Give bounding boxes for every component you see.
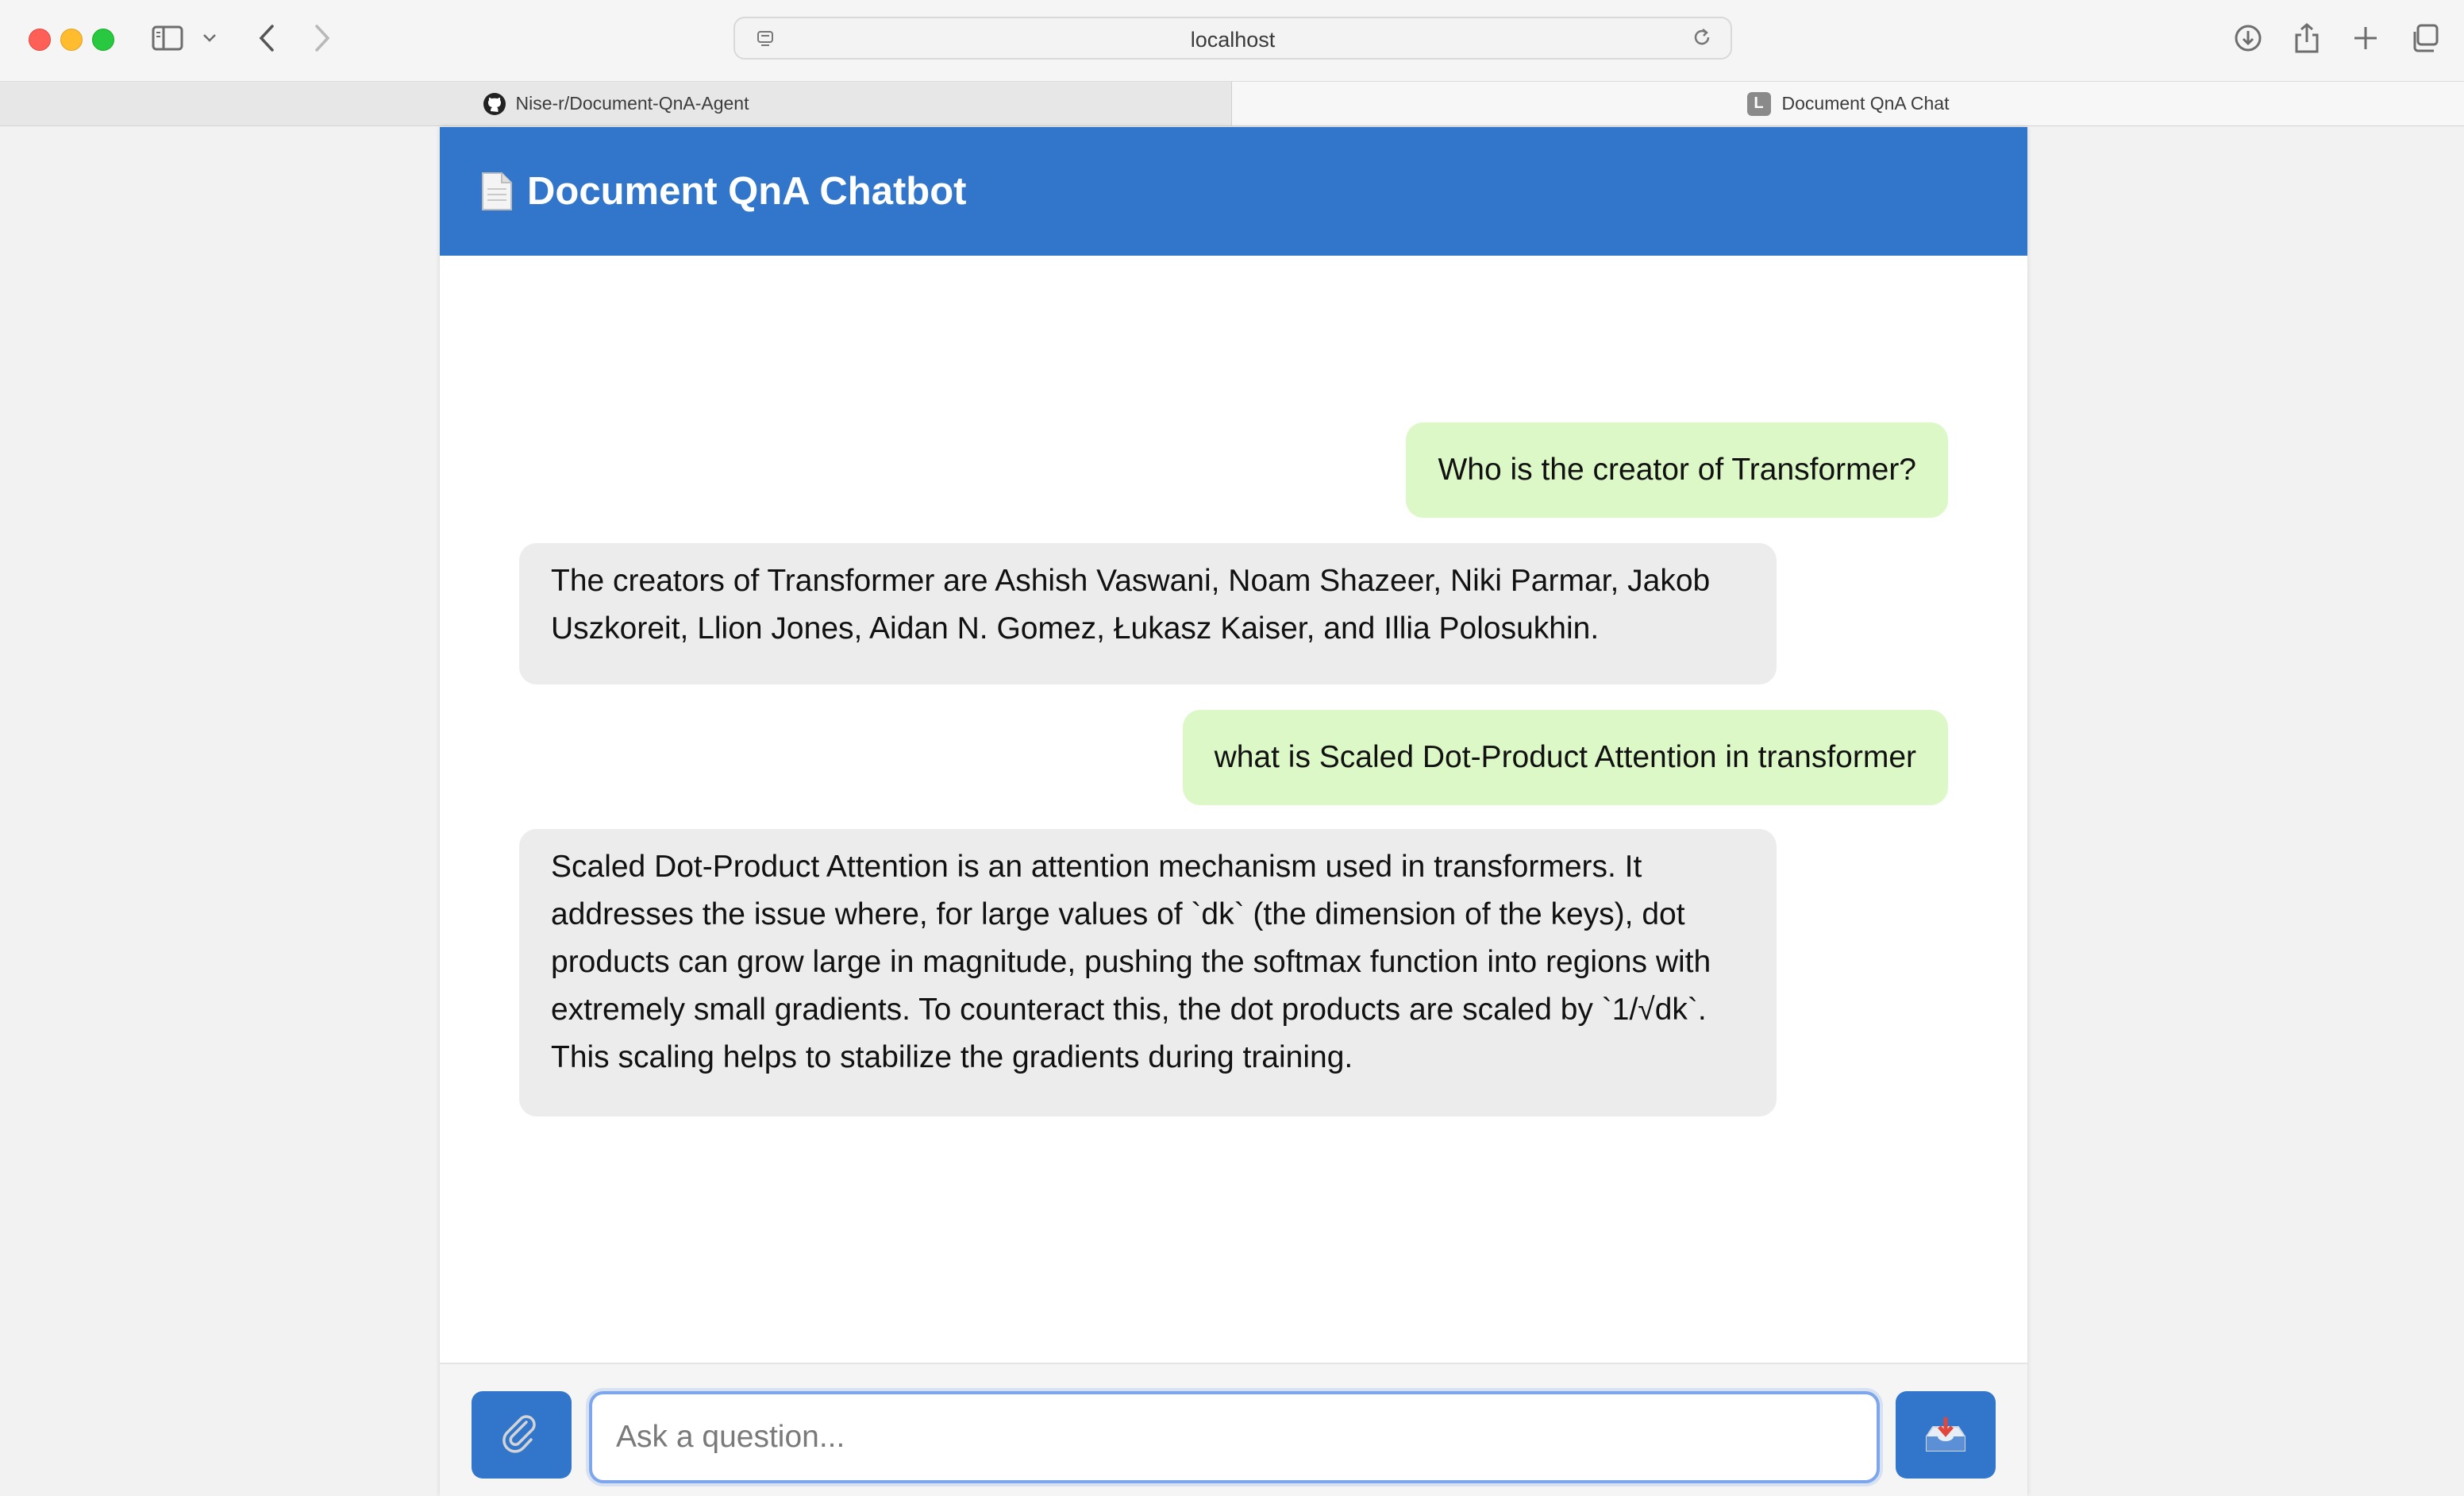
user-message: Who is the creator of Transformer? (1406, 422, 1948, 518)
tab-label: Nise-r/Document-QnA-Agent (515, 93, 749, 114)
back-icon[interactable] (251, 21, 283, 56)
input-bar (440, 1363, 2027, 1496)
send-button[interactable] (1896, 1391, 1996, 1479)
address-bar[interactable]: localhost (733, 17, 1732, 60)
sidebar-toggle-icon[interactable] (151, 24, 184, 52)
new-tab-icon[interactable] (2348, 21, 2383, 56)
app-header: Document QnA Chatbot (440, 127, 2027, 256)
url-text[interactable]: localhost (735, 28, 1731, 52)
paperclip-icon (502, 1415, 536, 1453)
tab-label: Document QnA Chat (1781, 93, 1950, 114)
bot-message: The creators of Transformer are Ashish V… (519, 543, 1777, 684)
tab-github[interactable]: Nise-r/Document-QnA-Agent (0, 82, 1232, 125)
l-favicon-icon: L (1746, 91, 1771, 116)
zoom-window-button[interactable] (92, 29, 114, 51)
share-icon[interactable] (2289, 21, 2324, 56)
bot-message: Scaled Dot-Product Attention is an atten… (519, 829, 1777, 1116)
downloads-icon[interactable] (2231, 21, 2266, 56)
user-message: what is Scaled Dot-Product Attention in … (1182, 710, 1948, 805)
tab-document-qna-chat[interactable]: L Document QnA Chat (1232, 82, 2464, 125)
app-title: Document QnA Chatbot (527, 170, 967, 213)
minimize-window-button[interactable] (60, 29, 83, 51)
close-window-button[interactable] (29, 29, 51, 51)
tab-overview-icon[interactable] (2407, 21, 2442, 56)
chevron-down-icon[interactable] (200, 27, 219, 49)
chat-app: Document QnA Chatbot Who is the creator … (440, 127, 2027, 1496)
reload-icon[interactable] (1691, 26, 1713, 55)
browser-toolbar: localhost (0, 0, 2464, 82)
document-icon (482, 172, 512, 210)
inbox-tray-icon (1926, 1417, 1965, 1452)
tab-bar: Nise-r/Document-QnA-Agent L Document QnA… (0, 82, 2464, 126)
attach-button[interactable] (472, 1391, 572, 1479)
github-icon (483, 92, 506, 115)
forward-icon[interactable] (306, 21, 338, 56)
question-input[interactable] (589, 1391, 1880, 1483)
